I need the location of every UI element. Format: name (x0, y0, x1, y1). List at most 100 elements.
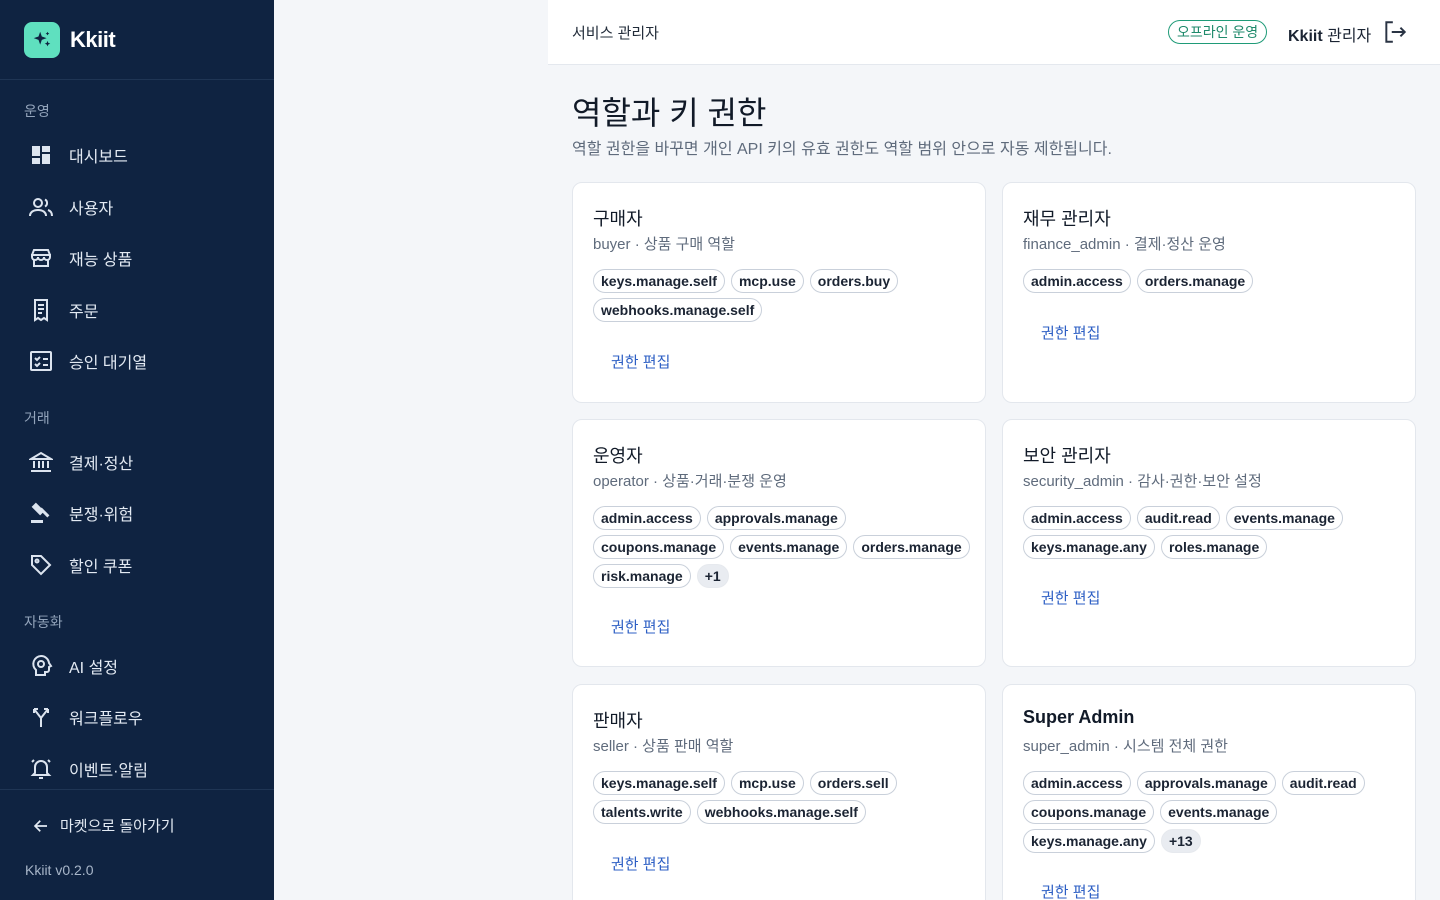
permission-chip: keys.manage.any (1023, 829, 1155, 853)
sidebar-item-disputes[interactable]: 분쟁·위험 (28, 493, 133, 533)
nav-section-operations: 운영 (24, 103, 50, 119)
role-card: 판매자 seller · 상품 판매 역할 keys.manage.self m… (572, 684, 986, 900)
sidebar-divider (0, 789, 274, 790)
permission-list: admin.access orders.manage (1023, 269, 1403, 293)
permission-chip: mcp.use (730, 269, 804, 293)
permission-chip: webhooks.manage.self (593, 298, 763, 322)
edit-permissions-button[interactable]: 권한 편집 (611, 616, 670, 637)
sparkle-icon (24, 21, 60, 58)
permission-chip: orders.sell (809, 771, 897, 795)
sidebar-item-label: 분쟁·위험 (69, 507, 134, 524)
permission-chip: audit.read (1281, 771, 1365, 795)
sidebar-item-label: 대시보드 (69, 149, 128, 166)
role-name: 운영자 (593, 446, 643, 466)
store-icon (28, 245, 54, 271)
sidebar-item-label: 결제·정산 (69, 456, 134, 473)
permission-chip: events.manage (730, 535, 848, 559)
permission-chip: events.manage (1160, 800, 1278, 824)
sidebar-item-label: 워크플로우 (69, 711, 143, 728)
permission-chip: admin.access (1023, 506, 1131, 530)
receipt-icon (28, 297, 54, 323)
edit-permissions-button[interactable]: 권한 편집 (1041, 587, 1100, 608)
permission-chip: orders.manage (853, 535, 970, 559)
permission-chip: approvals.manage (1136, 771, 1276, 795)
topbar: 서비스 관리자 오프라인 운영 Kkiit 관리자 (548, 0, 1440, 65)
permission-chip: keys.manage.self (593, 771, 725, 795)
role-card: Super Admin super_admin · 시스템 전체 권한 admi… (1002, 684, 1416, 900)
tag-icon (28, 552, 54, 578)
sidebar: Kkiit 운영 대시보드 사용자 재능 상품 주문 승인 대기열 거래 결제·… (0, 0, 274, 900)
permission-list: admin.access approvals.manage audit.read… (1023, 771, 1403, 853)
role-name: Super Admin (1023, 707, 1135, 727)
users-icon (28, 194, 54, 220)
sidebar-item-label: 할인 쿠폰 (69, 559, 133, 576)
brand[interactable]: Kkiit (0, 0, 274, 80)
sidebar-item-dashboard[interactable]: 대시보드 (28, 135, 128, 175)
sidebar-item-workflow[interactable]: 워크플로우 (28, 697, 143, 737)
permission-chip: orders.manage (1136, 269, 1254, 293)
edit-permissions-button[interactable]: 권한 편집 (611, 351, 670, 372)
role-description: security_admin · 감사·권한·보안 설정 (1023, 473, 1262, 490)
role-description: seller · 상품 판매 역할 (593, 738, 734, 755)
bank-icon (28, 449, 54, 475)
role-description: super_admin · 시스템 전체 권한 (1023, 738, 1228, 755)
permission-chip: risk.manage (593, 564, 691, 588)
sidebar-item-label: 재능 상품 (69, 252, 133, 269)
sidebar-item-coupons[interactable]: 할인 쿠폰 (28, 545, 132, 585)
permission-list: keys.manage.self mcp.use orders.sell tal… (593, 771, 973, 824)
permission-chip: admin.access (1023, 771, 1131, 795)
sidebar-item-events[interactable]: 이벤트·알림 (28, 749, 148, 789)
back-link-label: 마켓으로 돌아가기 (60, 818, 175, 835)
arrow-left-icon (33, 819, 47, 832)
back-to-market-link[interactable]: 마켓으로 돌아가기 (32, 815, 175, 836)
brand-name: Kkiit (70, 26, 116, 52)
role-name: 구매자 (593, 209, 643, 229)
permission-chip: keys.manage.self (593, 269, 725, 293)
bell-icon (28, 756, 54, 782)
permission-chip: admin.access (593, 506, 701, 530)
permission-chip: talents.write (593, 800, 691, 824)
permission-list: keys.manage.self mcp.use orders.buy webh… (593, 269, 973, 322)
permission-chip: approvals.manage (706, 506, 846, 530)
permission-chip: webhooks.manage.self (696, 800, 866, 824)
permission-chip: coupons.manage (1023, 800, 1155, 824)
permission-list: admin.access audit.read events.manage ke… (1023, 506, 1403, 559)
role-name: 보안 관리자 (1023, 446, 1111, 466)
nav-section-transactions: 거래 (24, 410, 50, 426)
more-permissions-badge: +13 (1160, 829, 1201, 853)
user-role: 관리자 (1322, 28, 1372, 45)
workflow-icon (28, 704, 54, 730)
sidebar-item-label: 주문 (69, 304, 99, 321)
sidebar-item-payments[interactable]: 결제·정산 (28, 442, 133, 482)
sidebar-item-label: 사용자 (69, 201, 114, 218)
permission-chip: mcp.use (730, 771, 804, 795)
user-name-strong: Kkiit (1288, 28, 1323, 45)
edit-permissions-button[interactable]: 권한 편집 (611, 853, 670, 874)
status-badge: 오프라인 운영 (1168, 20, 1268, 44)
sidebar-item-orders[interactable]: 주문 (28, 290, 98, 330)
sidebar-item-label: 승인 대기열 (69, 355, 148, 372)
sidebar-item-users[interactable]: 사용자 (28, 187, 113, 227)
user-name: Kkiit 관리자 (1288, 22, 1371, 46)
edit-permissions-button[interactable]: 권한 편집 (1041, 881, 1100, 900)
permission-chip: keys.manage.any (1023, 535, 1155, 559)
permission-chip: orders.buy (809, 269, 899, 293)
sidebar-item-approval-queue[interactable]: 승인 대기열 (28, 341, 147, 381)
breadcrumb: 서비스 관리자 (572, 25, 659, 42)
page-subtitle: 역할 권한을 바꾸면 개인 API 키의 유효 권한도 역할 범위 안으로 자동… (572, 141, 1112, 158)
permission-list: admin.access approvals.manage coupons.ma… (593, 506, 973, 588)
page-title: 역할과 키 권한 (572, 95, 767, 131)
role-name: 재무 관리자 (1023, 209, 1111, 229)
sidebar-item-label: AI 설정 (69, 660, 119, 677)
app-version: Kkiit v0.2.0 (25, 862, 94, 878)
permission-chip: audit.read (1136, 506, 1220, 530)
logout-icon[interactable] (1382, 19, 1408, 45)
permission-chip: events.manage (1225, 506, 1343, 530)
sidebar-item-label: 이벤트·알림 (69, 763, 148, 780)
sidebar-item-talent-products[interactable]: 재능 상품 (28, 238, 132, 278)
sidebar-item-ai-settings[interactable]: AI 설정 (28, 646, 118, 686)
edit-permissions-button[interactable]: 권한 편집 (1041, 322, 1100, 343)
permission-chip: coupons.manage (593, 535, 725, 559)
gavel-icon (28, 500, 54, 526)
role-description: buyer · 상품 구매 역할 (593, 236, 735, 253)
